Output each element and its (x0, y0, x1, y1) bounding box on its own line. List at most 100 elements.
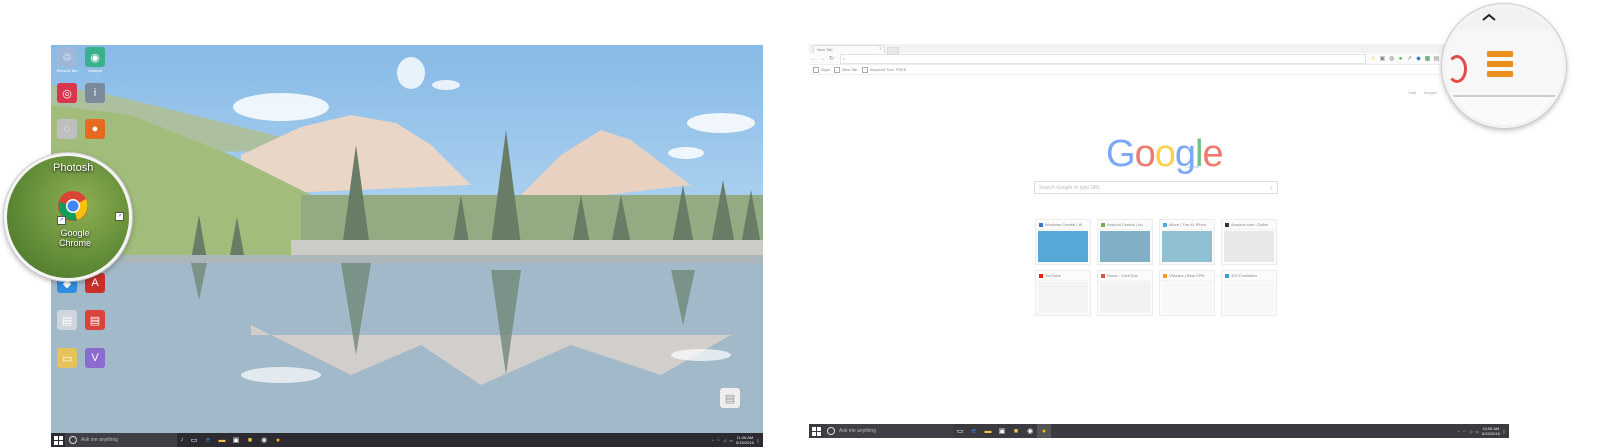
desktop-icon[interactable]: ▤ (81, 310, 109, 342)
task-view-icon[interactable]: ▭ (187, 433, 201, 447)
images-link[interactable]: Images (1424, 90, 1437, 95)
most-visited-tile[interactable]: Android Central | An (1097, 219, 1153, 265)
tile-header: Home - CoreTrac (1098, 271, 1152, 281)
extension-icon[interactable]: ◆ (1415, 55, 1422, 62)
edge-icon[interactable]: e (201, 433, 215, 447)
network-icon[interactable]: ◠ (717, 438, 721, 443)
tile-thumbnail (1100, 282, 1150, 313)
bookmark-label: Apps (821, 67, 831, 72)
volume-icon[interactable]: ◁ (1469, 429, 1472, 434)
most-visited-tile[interactable]: Amazon.com: Online (1221, 219, 1277, 265)
most-visited-tile[interactable]: iMore | The #1 iPhon (1159, 219, 1215, 265)
tab-new-tab[interactable]: New Tab × (813, 45, 885, 53)
clock[interactable]: 10:58 AM 5/15/2016 (1482, 426, 1500, 436)
address-bar[interactable]: ⌕ (840, 53, 1366, 64)
store-icon[interactable]: ▣ (995, 424, 1009, 438)
creative-cloud-icon: ◎ (57, 83, 77, 103)
system-tray: ^ ◠ ◁ ▭ 10:58 AM 5/15/2016 ▯ (1458, 426, 1509, 436)
bookmark-new-tab[interactable]: New Tab (834, 66, 858, 73)
action-center-icon[interactable]: ▯ (1503, 429, 1505, 434)
extension-icon[interactable] (1447, 55, 1467, 83)
most-visited-tile[interactable]: VMware | Best VPN (1159, 270, 1215, 316)
system-tray: ^ ◠ ◁ ▭ 11:06 AM 5/15/2016 ▯ (712, 435, 763, 445)
star-bookmark-icon[interactable]: ☆ (1370, 55, 1377, 62)
action-center-icon[interactable]: ▯ (757, 438, 759, 443)
network-icon[interactable]: ◠ (1463, 429, 1467, 434)
extension-icon[interactable]: ▣ (1379, 55, 1386, 62)
favicon-icon (1101, 222, 1105, 227)
chrome-icon[interactable]: ◉ (257, 433, 271, 447)
desktop-icon[interactable]: ◌ (53, 119, 81, 151)
favicon-icon (1039, 273, 1043, 278)
most-visited-tile[interactable]: Home - CoreTrac (1097, 270, 1153, 316)
chevron-up-icon[interactable]: ^ (712, 438, 714, 443)
app-icon[interactable]: ◉ (1023, 424, 1037, 438)
folder-icon: ▭ (57, 348, 77, 368)
google-search-input[interactable]: Search Google or type URL ♪ (1034, 181, 1278, 194)
extension-icon[interactable]: ↗ (1406, 55, 1413, 62)
desktop-icon[interactable]: ▤ (53, 310, 81, 342)
chevron-up-icon[interactable]: ^ (1458, 429, 1460, 434)
microphone-icon[interactable]: ♪ (1270, 185, 1273, 191)
minimize-icon[interactable] (1445, 7, 1563, 29)
most-visited-tile[interactable]: 403 Forbidden (1221, 270, 1277, 316)
chrome-icon[interactable]: ● (1037, 424, 1051, 438)
desktop-icon[interactable]: ♲ Recycle Bin (53, 47, 81, 79)
mail-link[interactable]: Mail (1409, 90, 1416, 95)
info-icon: i (85, 83, 105, 103)
task-view-icon[interactable]: ▭ (953, 424, 967, 438)
desktop-icon-label: Recycle Bin (56, 68, 78, 73)
back-arrow-icon[interactable]: ← (809, 56, 818, 62)
folder-icon[interactable]: ■ (1009, 424, 1023, 438)
app-icon[interactable]: ● (271, 433, 285, 447)
notification-icon[interactable]: ▭ (1475, 429, 1479, 434)
microphone-icon[interactable]: ♪ (177, 433, 187, 447)
chrome-window: New Tab × ← → ↻ ⌕ ☆ ▣ ◍ ● ↗ ◆ ▦ ▤ ◫ ▣ ◈ … (809, 44, 1509, 448)
cortana-search-box[interactable]: Ask me anything (65, 433, 177, 447)
bookmark-keyword-tool[interactable]: Keyword Tool: FREE (861, 66, 906, 73)
desktop-icon[interactable]: i (81, 83, 109, 115)
tile-title: VMware | Best VPN (1169, 273, 1205, 278)
firefox-icon: ● (85, 119, 105, 139)
store-icon[interactable]: ▣ (229, 433, 243, 447)
close-tab-icon[interactable]: × (879, 46, 882, 52)
new-tab-button[interactable] (887, 47, 899, 55)
google-logo: Google (1106, 133, 1224, 175)
most-visited-tile[interactable]: Windows Central | W (1035, 219, 1091, 265)
reload-icon[interactable]: ↻ (827, 55, 836, 62)
extension-icon[interactable]: ▦ (1424, 55, 1431, 62)
tile-thumbnail (1038, 282, 1088, 313)
desktop-icon[interactable]: ▭ (53, 348, 81, 380)
tile-title: iMore | The #1 iPhon (1169, 222, 1206, 227)
edge-icon[interactable]: e (967, 424, 981, 438)
extension-icon[interactable]: ▤ (1433, 55, 1440, 62)
tile-thumbnail (1162, 231, 1212, 262)
clock[interactable]: 11:06 AM 5/15/2016 (736, 435, 754, 445)
chrome-menu-button[interactable] (1487, 51, 1513, 77)
extension-icon[interactable]: ● (1397, 55, 1404, 62)
tile-title: Amazon.com: Online (1231, 222, 1269, 227)
forward-arrow-icon[interactable]: → (818, 56, 827, 62)
desktop-icon[interactable]: ◉ Hotspot (81, 47, 109, 79)
folder-icon[interactable]: ■ (243, 433, 257, 447)
document-file-icon[interactable]: ▤ (716, 388, 744, 420)
notification-icon[interactable]: ▭ (729, 438, 733, 443)
file-explorer-icon[interactable]: ▬ (215, 433, 229, 447)
favicon-icon (1163, 222, 1167, 227)
desktop-icon-label: Hotspot (88, 68, 102, 73)
most-visited-tiles: Windows Central | W Android Central | An i… (1035, 219, 1277, 316)
tile-thumbnail (1224, 282, 1274, 313)
start-button[interactable] (51, 433, 65, 447)
desktop-icon[interactable]: ● (81, 119, 109, 151)
start-button[interactable] (809, 424, 823, 438)
extension-icon[interactable]: ◍ (1388, 55, 1395, 62)
desktop-icon[interactable]: V (81, 348, 109, 380)
volume-icon[interactable]: ◁ (723, 438, 726, 443)
bookmark-apps[interactable]: Apps (813, 66, 831, 73)
cortana-search-box[interactable]: Ask me anything (823, 424, 953, 438)
logo-letter: e (1202, 133, 1223, 175)
desktop-icon[interactable]: ◎ (53, 83, 81, 115)
google-chrome-label[interactable]: Google Chrome (51, 228, 99, 248)
most-visited-tile[interactable]: YouTube (1035, 270, 1091, 316)
file-explorer-icon[interactable]: ▬ (981, 424, 995, 438)
